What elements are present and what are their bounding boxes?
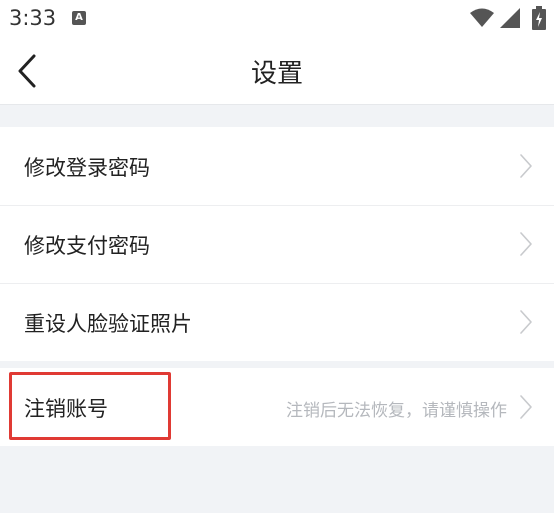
settings-item-reset-face-photo[interactable]: 重设人脸验证照片	[0, 283, 554, 361]
header: 设置	[0, 38, 554, 105]
page-title: 设置	[250, 59, 303, 89]
settings-item-change-payment-password[interactable]: 修改支付密码	[0, 205, 554, 283]
cancel-account-hint: 注销后无法恢复，请谨慎操作	[286, 401, 507, 421]
chevron-right-icon	[520, 232, 532, 256]
chevron-right-icon	[520, 154, 532, 178]
chevron-right-icon	[520, 310, 532, 334]
settings-item-cancel-account[interactable]: 注销账号 注销后无法恢复，请谨慎操作	[0, 368, 554, 446]
app-notification-icon: A	[72, 11, 86, 25]
settings-item-change-login-password[interactable]: 修改登录密码	[0, 127, 554, 205]
cancel-account-label: 注销账号	[24, 397, 108, 421]
status-bar: 3:33 A	[0, 0, 554, 38]
settings-item-label: 修改支付密码	[24, 234, 150, 258]
status-time: 3:33	[9, 6, 57, 30]
settings-item-label: 重设人脸验证照片	[24, 312, 192, 336]
settings-item-label: 修改登录密码	[24, 156, 150, 180]
account-group: 注销账号 注销后无法恢复，请谨慎操作	[0, 368, 554, 446]
settings-group: 修改登录密码 修改支付密码 重设人脸验证照片	[0, 127, 554, 361]
battery-icon	[532, 6, 546, 30]
signal-icon	[500, 8, 520, 28]
chevron-right-icon	[520, 395, 532, 419]
wifi-icon	[470, 8, 494, 27]
